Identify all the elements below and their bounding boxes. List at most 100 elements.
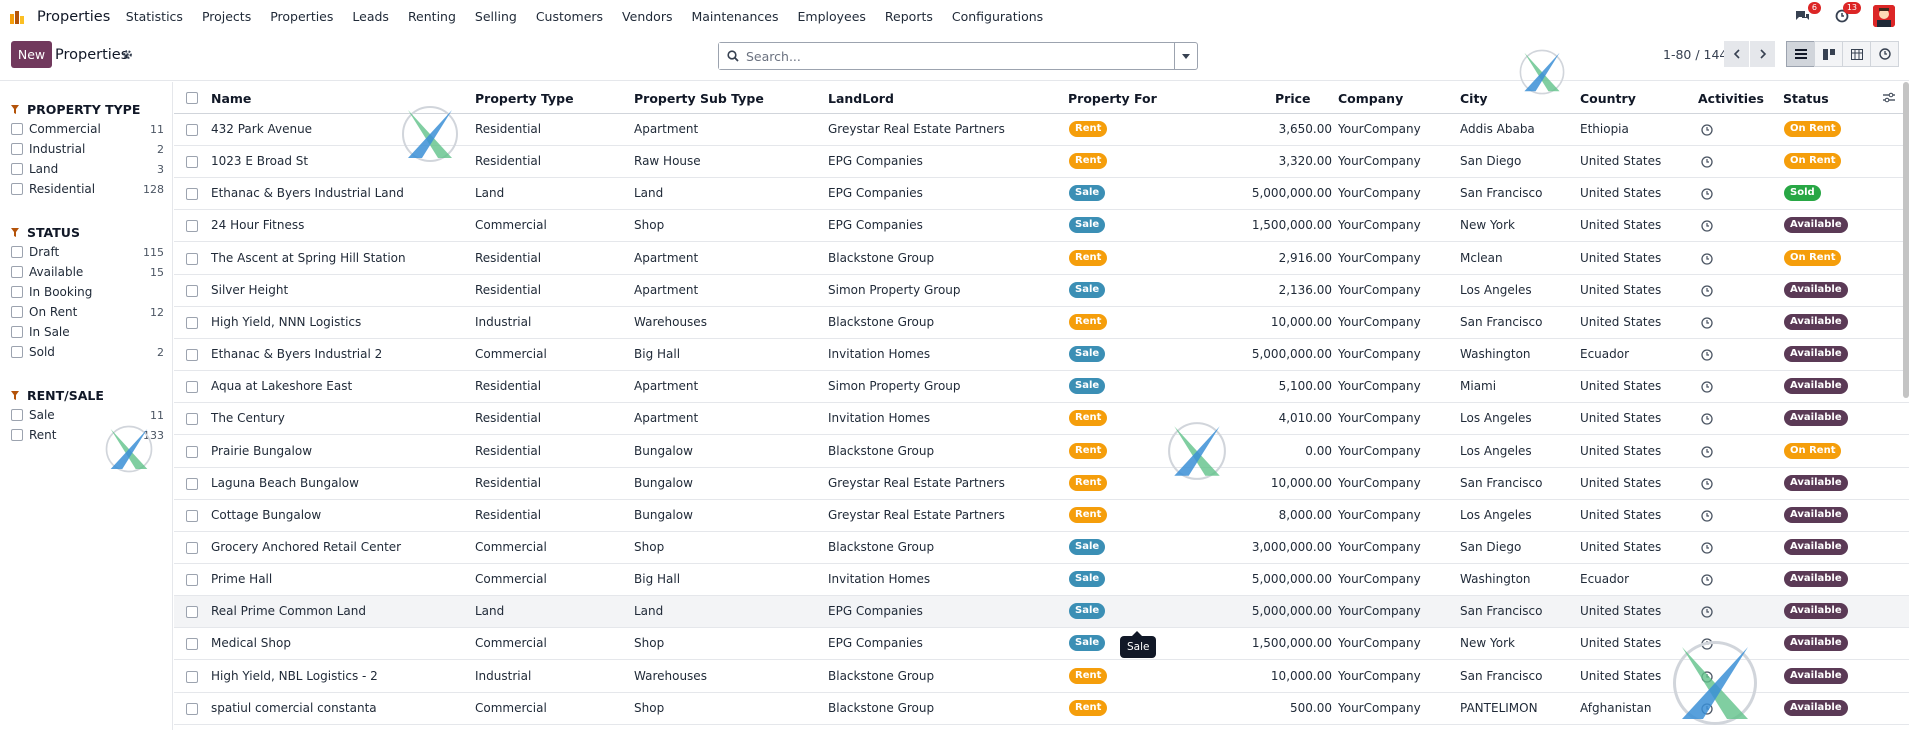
activity-clock-icon[interactable] bbox=[1701, 252, 1713, 265]
column-header-landlord[interactable]: LandLord bbox=[828, 91, 894, 106]
activity-clock-icon[interactable] bbox=[1701, 220, 1713, 233]
menu-employees[interactable]: Employees bbox=[788, 9, 875, 24]
kanban-view-button[interactable] bbox=[1814, 41, 1843, 67]
table-row[interactable]: 24 Hour Fitness Commercial Shop EPG Compani… bbox=[174, 210, 1909, 243]
filter-item-sold[interactable]: Sold 2 bbox=[11, 342, 164, 362]
checkbox[interactable] bbox=[11, 409, 23, 421]
filter-item-residential[interactable]: Residential 128 bbox=[11, 179, 164, 199]
column-header-price[interactable]: Price bbox=[1275, 91, 1311, 106]
filter-item-available[interactable]: Available 15 bbox=[11, 262, 164, 282]
column-header-name[interactable]: Name bbox=[211, 91, 251, 106]
checkbox[interactable] bbox=[11, 246, 23, 258]
activity-clock-icon[interactable] bbox=[1701, 638, 1713, 651]
table-row[interactable]: Ethanac & Byers Industrial Land Land Land E… bbox=[174, 178, 1909, 211]
row-checkbox[interactable] bbox=[186, 252, 198, 265]
checkbox[interactable] bbox=[11, 123, 23, 135]
table-row[interactable]: Grocery Anchored Retail Center Commercial… bbox=[174, 532, 1909, 564]
filter-item-in-booking[interactable]: In Booking bbox=[11, 282, 164, 302]
user-avatar[interactable] bbox=[1873, 5, 1895, 27]
menu-selling[interactable]: Selling bbox=[465, 9, 526, 24]
menu-maintenances[interactable]: Maintenances bbox=[682, 9, 788, 24]
table-row[interactable]: spatiul comercial constanta Commercial Sho… bbox=[174, 693, 1909, 725]
row-checkbox[interactable] bbox=[186, 606, 198, 619]
activity-view-button[interactable] bbox=[1870, 41, 1899, 67]
table-row[interactable]: Ethanac & Byers Industrial 2 Commercial Bi… bbox=[174, 339, 1909, 372]
column-settings-icon[interactable] bbox=[1883, 92, 1895, 103]
activity-clock-icon[interactable] bbox=[1701, 445, 1713, 458]
filter-item-on-rent[interactable]: On Rent 12 bbox=[11, 302, 164, 322]
pager-previous-button[interactable] bbox=[1724, 41, 1749, 67]
new-button[interactable]: New bbox=[11, 41, 52, 68]
activity-clock-icon[interactable] bbox=[1701, 670, 1713, 683]
activity-clock-icon[interactable] bbox=[1701, 124, 1713, 136]
column-header-property-for[interactable]: Property For bbox=[1068, 91, 1157, 106]
column-header-city[interactable]: City bbox=[1460, 91, 1488, 106]
row-checkbox[interactable] bbox=[186, 188, 198, 201]
activity-clock-icon[interactable] bbox=[1701, 413, 1713, 425]
table-row[interactable]: High Yield, NNN Logistics Industrial Wareh… bbox=[174, 307, 1909, 339]
menu-leads[interactable]: Leads bbox=[343, 9, 399, 24]
gear-icon[interactable] bbox=[122, 49, 133, 60]
table-row[interactable]: Laguna Beach Bungalow Residential Bungalow… bbox=[174, 468, 1909, 500]
row-checkbox[interactable] bbox=[186, 445, 198, 458]
activity-clock-icon[interactable] bbox=[1701, 381, 1713, 393]
filter-item-in-sale[interactable]: In Sale bbox=[11, 322, 164, 342]
list-view-button[interactable] bbox=[1786, 41, 1815, 67]
column-header-property-type[interactable]: Property Type bbox=[475, 91, 574, 106]
activity-clock-icon[interactable] bbox=[1701, 317, 1713, 329]
pager-value[interactable]: 1-80 / 144 bbox=[1663, 47, 1727, 62]
row-checkbox[interactable] bbox=[186, 381, 198, 394]
column-header-activities[interactable]: Activities bbox=[1698, 91, 1764, 106]
row-checkbox[interactable] bbox=[186, 156, 198, 169]
table-row[interactable]: High Yield, NBL Logistics - 2 Industrial W… bbox=[174, 661, 1909, 693]
column-header-company[interactable]: Company bbox=[1338, 91, 1403, 106]
checkbox[interactable] bbox=[11, 183, 23, 195]
table-row[interactable]: Cottage Bungalow Residential Bungalow Greys… bbox=[174, 500, 1909, 532]
search-options-toggle[interactable] bbox=[1174, 43, 1197, 69]
row-checkbox[interactable] bbox=[186, 284, 198, 297]
row-checkbox[interactable] bbox=[186, 220, 198, 233]
app-logo-icon[interactable] bbox=[9, 9, 25, 25]
activity-clock-icon[interactable] bbox=[1701, 188, 1713, 200]
row-checkbox[interactable] bbox=[186, 316, 198, 329]
filter-item-rent[interactable]: Rent 133 bbox=[11, 425, 164, 445]
activity-clock-icon[interactable] bbox=[1701, 574, 1713, 586]
pager-next-button[interactable] bbox=[1750, 41, 1775, 67]
table-row[interactable]: Aqua at Lakeshore East Residential Apartme… bbox=[174, 371, 1909, 404]
activity-clock-icon[interactable] bbox=[1701, 606, 1713, 618]
app-name[interactable]: Properties bbox=[37, 9, 110, 25]
checkbox[interactable] bbox=[11, 286, 23, 298]
column-header-country[interactable]: Country bbox=[1580, 91, 1636, 106]
checkbox[interactable] bbox=[11, 266, 23, 278]
menu-projects[interactable]: Projects bbox=[192, 9, 260, 24]
row-checkbox[interactable] bbox=[186, 349, 198, 362]
row-checkbox[interactable] bbox=[186, 702, 198, 715]
activities-button[interactable]: 13 bbox=[1831, 2, 1861, 27]
menu-configurations[interactable]: Configurations bbox=[942, 9, 1052, 24]
menu-statistics[interactable]: Statistics bbox=[116, 9, 192, 24]
filter-item-industrial[interactable]: Industrial 2 bbox=[11, 139, 164, 159]
checkbox[interactable] bbox=[11, 326, 23, 338]
calendar-view-button[interactable] bbox=[1842, 41, 1871, 67]
menu-renting[interactable]: Renting bbox=[398, 9, 465, 24]
table-row[interactable]: 1023 E Broad St Residential Raw House EPG C… bbox=[174, 146, 1909, 179]
row-checkbox[interactable] bbox=[186, 413, 198, 426]
row-checkbox[interactable] bbox=[186, 638, 198, 651]
table-row[interactable]: Medical Shop Commercial Shop EPG Companies Y… bbox=[174, 628, 1909, 661]
checkbox[interactable] bbox=[11, 429, 23, 441]
filter-item-draft[interactable]: Draft 115 bbox=[11, 242, 164, 262]
table-row[interactable]: Prairie Bungalow Residential Bungalow Black… bbox=[174, 436, 1909, 468]
messages-button[interactable]: 6 bbox=[1791, 2, 1821, 27]
row-checkbox[interactable] bbox=[186, 541, 198, 554]
search-input[interactable] bbox=[719, 43, 1174, 69]
activity-clock-icon[interactable] bbox=[1701, 349, 1713, 361]
activity-clock-icon[interactable] bbox=[1701, 477, 1713, 490]
menu-reports[interactable]: Reports bbox=[875, 9, 942, 24]
column-header-property-sub-type[interactable]: Property Sub Type bbox=[634, 91, 764, 106]
filter-item-sale[interactable]: Sale 11 bbox=[11, 405, 164, 425]
checkbox[interactable] bbox=[11, 163, 23, 175]
checkbox[interactable] bbox=[11, 306, 23, 318]
row-checkbox[interactable] bbox=[186, 124, 198, 136]
filter-item-commercial[interactable]: Commercial 11 bbox=[11, 119, 164, 139]
activity-clock-icon[interactable] bbox=[1701, 542, 1713, 554]
